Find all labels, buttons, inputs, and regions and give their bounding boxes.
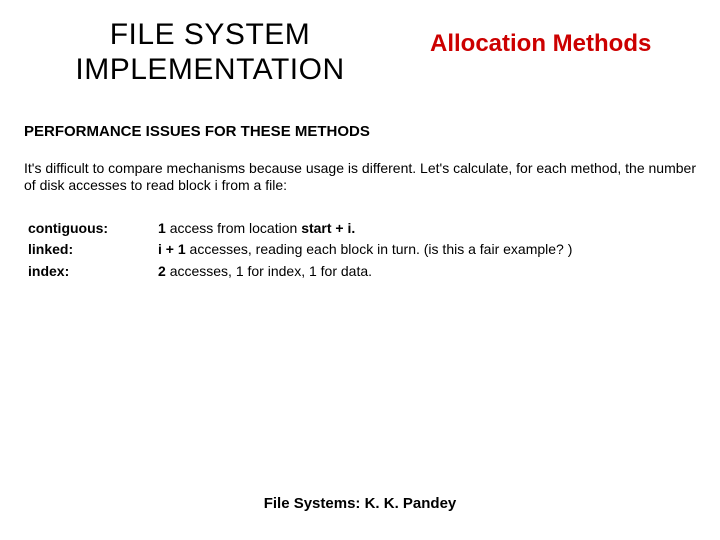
page-title-left: FILE SYSTEM IMPLEMENTATION [40, 18, 380, 87]
method-desc: 1 access from location start + i. [158, 218, 720, 240]
method-label: index: [28, 261, 158, 283]
method-desc-bold: 2 [158, 263, 170, 279]
footer-text: File Systems: K. K. Pandey [0, 495, 720, 512]
methods-table: contiguous: linked: index: 1 access from… [28, 218, 720, 283]
method-desc-text: accesses, reading each block in turn. (i… [190, 241, 573, 257]
method-label: contiguous: [28, 218, 158, 240]
methods-labels-column: contiguous: linked: index: [28, 218, 158, 283]
method-desc: 2 accesses, 1 for index, 1 for data. [158, 261, 720, 283]
method-label: linked: [28, 239, 158, 261]
method-desc-text: accesses, 1 for index, 1 for data. [170, 263, 372, 279]
header: FILE SYSTEM IMPLEMENTATION Allocation Me… [0, 0, 720, 87]
method-desc-bold: i + 1 [158, 241, 190, 257]
body-paragraph: It's difficult to compare mechanisms bec… [24, 160, 696, 194]
method-desc-bold: start + i. [301, 220, 355, 236]
section-subheading: PERFORMANCE ISSUES FOR THESE METHODS [24, 123, 720, 140]
methods-desc-column: 1 access from location start + i. i + 1 … [158, 218, 720, 283]
method-desc-bold: 1 [158, 220, 170, 236]
method-desc-text: access from location [170, 220, 302, 236]
method-desc: i + 1 accesses, reading each block in tu… [158, 239, 720, 261]
page-title-right: Allocation Methods [430, 30, 651, 58]
